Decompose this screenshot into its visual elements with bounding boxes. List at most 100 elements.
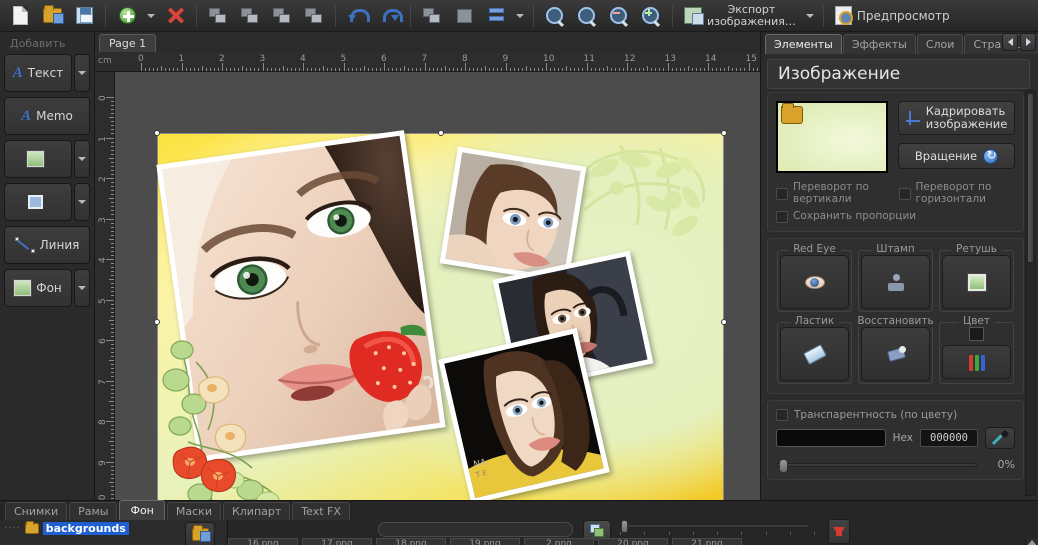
thumbnail-item[interactable]: 18.png xyxy=(376,538,446,545)
zoom-fit-button[interactable] xyxy=(540,2,570,30)
artboard[interactable]: NA T E xyxy=(154,125,727,513)
tab-masks[interactable]: Маски xyxy=(166,502,221,520)
tab-elements[interactable]: Элементы xyxy=(765,34,842,54)
tab-frames[interactable]: Рамы xyxy=(69,502,118,520)
delete-element-button[interactable] xyxy=(160,2,190,30)
hex-input[interactable] xyxy=(920,429,978,447)
selection-handle-tr[interactable] xyxy=(721,130,727,136)
crop-icon xyxy=(905,111,920,125)
sidebar-item-background-dropdown[interactable] xyxy=(74,269,90,307)
sidebar-item-text-dropdown[interactable] xyxy=(74,54,90,92)
align-center-button[interactable] xyxy=(449,2,479,30)
align-dropdown[interactable] xyxy=(512,2,528,30)
current-color-swatch[interactable] xyxy=(969,327,984,341)
sidebar-item-text[interactable]: A Текст xyxy=(4,54,72,92)
retouch-tool-button[interactable] xyxy=(942,255,1011,309)
checkbox-box[interactable] xyxy=(898,187,911,200)
keep-proportions-checkbox[interactable]: Сохранить пропорции xyxy=(776,211,1015,223)
panel-scrollbar-thumb[interactable] xyxy=(1027,93,1034,263)
red-eye-caption: Red Eye xyxy=(788,243,841,255)
save-project-button[interactable] xyxy=(69,2,99,30)
red-eye-icon xyxy=(804,275,825,289)
panel-scrollbar[interactable] xyxy=(1025,90,1036,496)
tab-scroll-left-button[interactable] xyxy=(1002,33,1018,51)
page-tab-1[interactable]: Page 1 xyxy=(99,34,157,52)
thumbnail-item[interactable]: 17.png xyxy=(302,538,372,545)
thumbnail-item[interactable]: 21.png xyxy=(672,538,742,545)
redo-button[interactable] xyxy=(374,2,404,30)
sidebar-item-shape[interactable] xyxy=(4,183,72,221)
add-element-button[interactable] xyxy=(112,2,142,30)
open-project-button[interactable] xyxy=(37,2,67,30)
tab-background[interactable]: Фон xyxy=(119,500,165,520)
checkbox-box[interactable] xyxy=(776,409,788,421)
eraser-tool-button[interactable] xyxy=(780,327,849,381)
tab-layers[interactable]: Слои xyxy=(916,34,964,54)
sidebar-item-shape-dropdown[interactable] xyxy=(74,183,90,221)
zoom-in-button[interactable] xyxy=(636,2,666,30)
canvas-viewport[interactable]: NA T E xyxy=(115,72,760,513)
thumbnail-item[interactable]: 16.png xyxy=(228,538,298,545)
chevron-down-icon xyxy=(78,200,86,204)
thumbnail-strip[interactable]: 16.png 17.png 18.png 19.png 2.png 20.png 21.pn… xyxy=(228,538,1024,545)
red-eye-tool-button[interactable] xyxy=(780,255,849,309)
tab-scroll-right-button[interactable] xyxy=(1020,33,1036,51)
chevron-down-icon xyxy=(516,13,524,18)
zoom-out-button[interactable] xyxy=(604,2,634,30)
zoom-actual-button[interactable] xyxy=(572,2,602,30)
sidebar-item-line[interactable]: Линия xyxy=(4,226,90,264)
align-left-button[interactable] xyxy=(417,2,447,30)
clone-stamp-tool-button[interactable] xyxy=(861,255,930,309)
new-document-button[interactable] xyxy=(5,2,35,30)
bring-to-front-button[interactable] xyxy=(203,2,233,30)
undo-button[interactable] xyxy=(342,2,372,30)
tab-snapshots[interactable]: Снимки xyxy=(5,502,68,520)
color-picker-button[interactable] xyxy=(985,427,1015,449)
ruler-v-label: 5 xyxy=(98,297,108,304)
image-thumbnail[interactable] xyxy=(776,101,888,173)
search-input[interactable] xyxy=(378,522,573,537)
crop-image-button[interactable]: Кадрировать изображение xyxy=(898,101,1015,135)
open-folder-button[interactable] xyxy=(185,522,215,545)
align-distribute-button[interactable] xyxy=(481,2,511,30)
selection-handle-ml[interactable] xyxy=(154,318,160,325)
tab-effects[interactable]: Эффекты xyxy=(842,34,916,54)
retouch-tools-group: Red Eye Штамп Ретушь Ластик Восстановить… xyxy=(767,238,1024,394)
checkbox-box[interactable] xyxy=(776,187,788,200)
sidebar-item-memo[interactable]: A Memo xyxy=(4,97,90,135)
export-dropdown[interactable] xyxy=(802,2,818,30)
transparency-checkbox-row[interactable]: Транспарентность (по цвету) xyxy=(776,409,1015,421)
selection-handle-tl[interactable] xyxy=(154,130,160,136)
sidebar-item-image[interactable] xyxy=(4,140,72,178)
add-element-dropdown[interactable] xyxy=(143,2,159,30)
flip-horizontal-checkbox[interactable]: Переворот по горизонтали xyxy=(898,181,1016,205)
preview-button[interactable]: Предпросмотр xyxy=(829,2,956,30)
thumbnail-item[interactable]: 20.png xyxy=(598,538,668,545)
thumbnail-size-slider[interactable] xyxy=(620,520,810,533)
slider-handle[interactable] xyxy=(779,458,788,473)
resources-content: ···· backgrounds 16.png 17.png 18.png 19.pn… xyxy=(0,519,1038,545)
selection-handle-tc[interactable] xyxy=(437,130,444,136)
thumbnail-scrollbar[interactable] xyxy=(1025,538,1038,545)
rotate-image-button[interactable]: Вращение xyxy=(898,143,1015,169)
color-channels-button[interactable] xyxy=(942,345,1011,379)
restore-tool-button[interactable] xyxy=(861,327,930,381)
thumbnail-item[interactable]: 19.png xyxy=(450,538,520,545)
checkbox-box[interactable] xyxy=(776,211,788,223)
sidebar-item-image-dropdown[interactable] xyxy=(74,140,90,178)
open-folder-icon[interactable] xyxy=(781,103,803,124)
transparency-color-preview[interactable] xyxy=(776,429,886,447)
send-to-back-button[interactable] xyxy=(299,2,329,30)
tab-clipart[interactable]: Клипарт xyxy=(222,502,291,520)
send-backward-button[interactable] xyxy=(267,2,297,30)
transparency-slider[interactable] xyxy=(776,458,977,473)
flip-vertical-checkbox[interactable]: Переворот по вертикали xyxy=(776,181,893,205)
export-image-button[interactable]: Экспорт изображения… xyxy=(678,2,802,30)
thumbnail-item[interactable]: 2.png xyxy=(524,538,594,545)
photo-stamp-top-right[interactable] xyxy=(439,146,587,284)
selection-handle-mr[interactable] xyxy=(721,318,727,325)
sidebar-item-background[interactable]: Фон xyxy=(4,269,72,307)
bring-forward-button[interactable] xyxy=(235,2,265,30)
image-icon xyxy=(26,150,45,168)
tab-text-fx[interactable]: Text FX xyxy=(292,502,350,520)
